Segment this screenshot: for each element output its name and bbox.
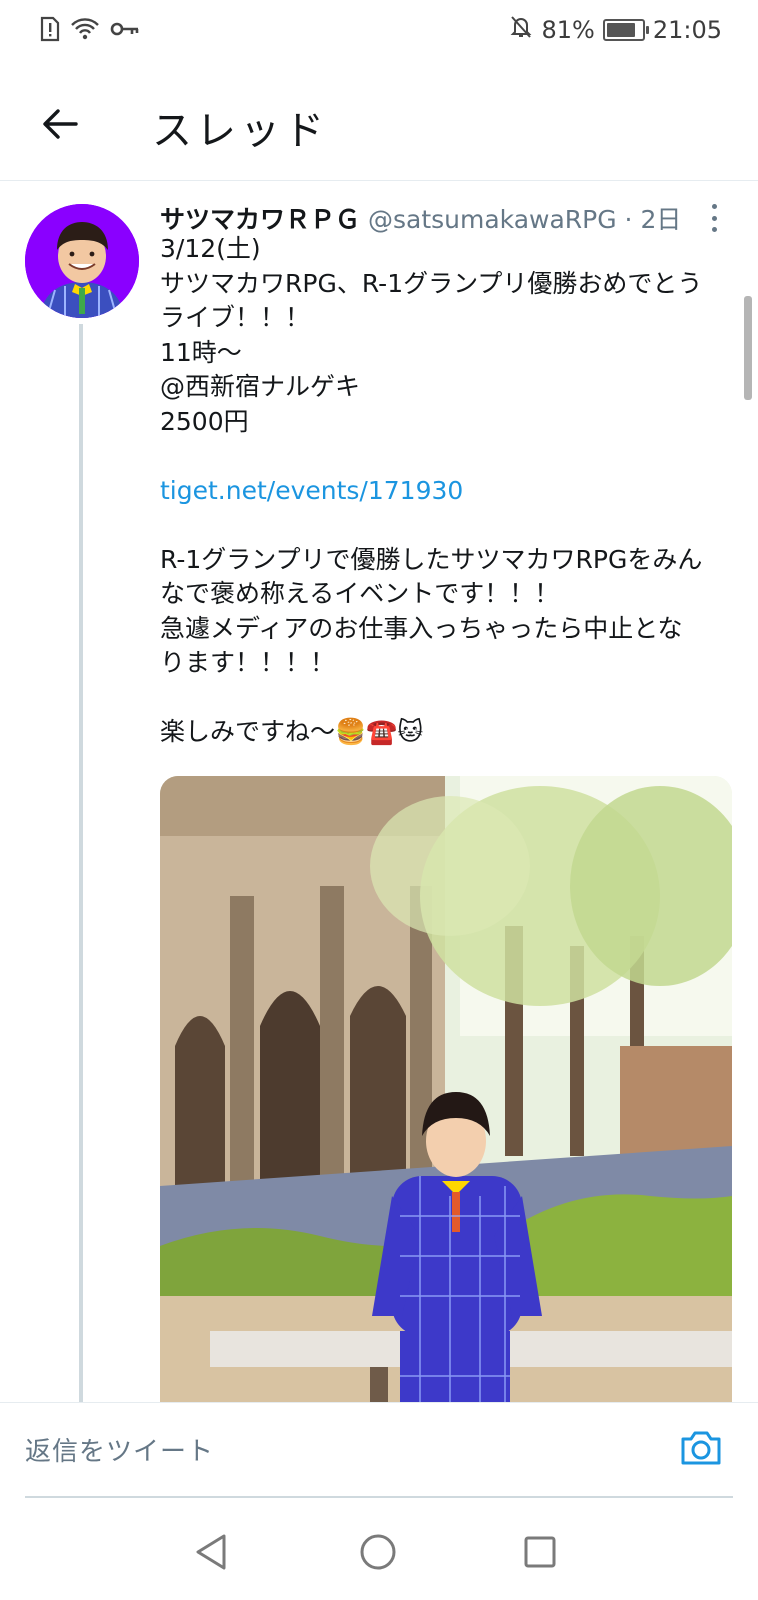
vpn-key-icon xyxy=(110,20,140,42)
mute-icon xyxy=(509,14,533,46)
battery-percent: 81% xyxy=(541,16,595,44)
tweet-line: 急遽メディアのお仕事入っちゃったら中止とな xyxy=(160,613,683,643)
tweet-line: 2500円 xyxy=(160,406,249,436)
status-bar: 81% 21:05 xyxy=(0,0,758,64)
tweet-line: 楽しみですね〜🍔☎️🐱 xyxy=(160,717,424,746)
tweet-photo[interactable] xyxy=(160,776,732,1402)
tweet-line: R-1グランプリで優勝したサツマカワRPGをみん xyxy=(160,544,703,574)
tweet-line: 11時〜 xyxy=(160,337,242,367)
clock: 21:05 xyxy=(652,16,722,44)
status-bar-left xyxy=(40,16,140,46)
avatar[interactable] xyxy=(25,204,139,318)
recents-square-icon[interactable] xyxy=(518,1530,562,1574)
home-circle-icon[interactable] xyxy=(356,1530,400,1574)
scrollbar[interactable] xyxy=(744,296,752,400)
app-header: スレッド xyxy=(0,64,758,181)
page-title: スレッド xyxy=(152,108,328,154)
arrow-left-icon xyxy=(43,109,78,139)
battery-fill xyxy=(606,23,635,37)
tweet-line: ライブ！！！ xyxy=(160,303,311,332)
tweet-line: 3/12(土) xyxy=(160,234,261,263)
tweet-line: なで褒め称えるイベントです！！！ xyxy=(160,579,560,608)
tweet-line xyxy=(160,681,734,716)
tweet-header: サツマカワＲＰＧ @satsumakawaRPG · 2日 xyxy=(160,200,740,236)
tweet-line: @西新宿ナルゲキ xyxy=(160,372,361,401)
tweet[interactable]: サツマカワＲＰＧ @satsumakawaRPG · 2日 3/12(土) サツ… xyxy=(0,182,758,1402)
tweet-line xyxy=(160,508,734,543)
author-handle-time: @satsumakawaRPG · 2日 xyxy=(367,205,682,234)
tweet-line: ります！！！！ xyxy=(160,648,336,677)
reply-placeholder: 返信をツイート xyxy=(25,1437,215,1467)
wifi-icon xyxy=(70,17,100,45)
tweet-line xyxy=(160,439,734,474)
back-triangle-icon[interactable] xyxy=(190,1530,234,1574)
tweet-line: サツマカワRPG、R-1グランプリ優勝おめでとう xyxy=(160,268,703,298)
thread-line xyxy=(79,324,83,1402)
tweet-text: 3/12(土) サツマカワRPG、R-1グランプリ優勝おめでとう ライブ！！！ … xyxy=(160,232,734,750)
author-name[interactable]: サツマカワＲＰＧ xyxy=(160,205,360,234)
reply-bar: 返信をツイート xyxy=(0,1402,758,1498)
reply-input[interactable]: 返信をツイート xyxy=(25,1403,733,1498)
tweet-link[interactable]: tiget.net/events/171930 xyxy=(160,474,734,509)
camera-icon[interactable] xyxy=(677,1423,725,1471)
alert-sim-icon xyxy=(40,16,60,46)
system-nav-bar xyxy=(0,1500,758,1600)
battery-icon xyxy=(602,19,649,41)
back-button[interactable] xyxy=(30,94,90,154)
status-bar-right: 81% 21:05 xyxy=(509,14,722,46)
more-vertical-icon[interactable] xyxy=(702,200,726,236)
